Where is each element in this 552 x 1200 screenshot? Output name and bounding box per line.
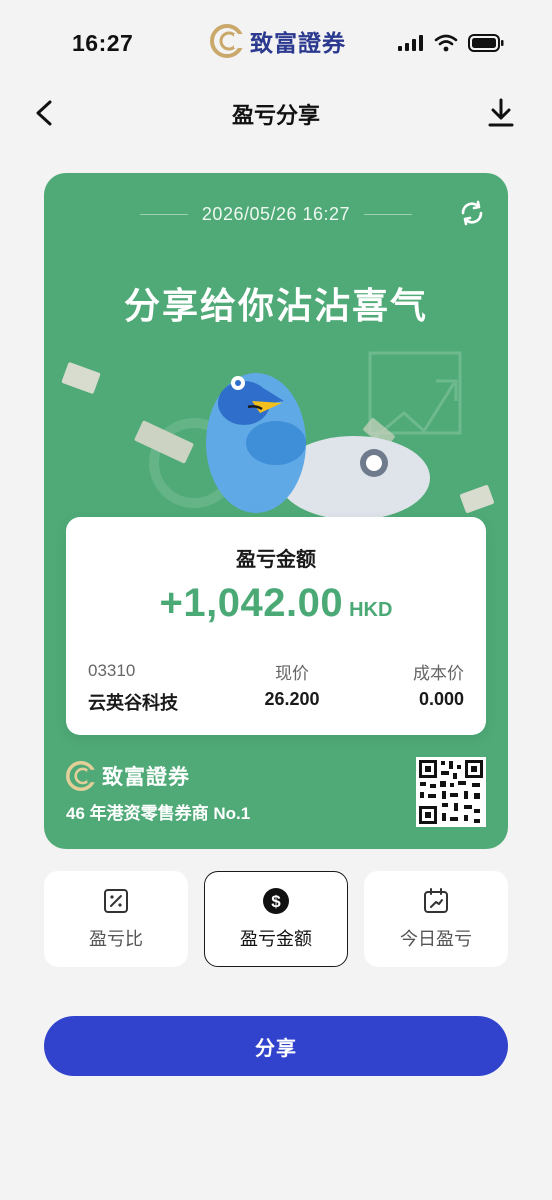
page-title: 盈亏分享 [231, 103, 320, 128]
card-date-row: 2026/05/26 16:27 [44, 201, 508, 227]
refresh-icon[interactable] [458, 199, 486, 227]
signal-icon [398, 35, 423, 51]
amount-value: +1,042.00 [159, 581, 344, 625]
amount-value-row: +1,042.00 HKD [66, 581, 486, 626]
mode-today-button[interactable]: 今日盈亏 [364, 871, 508, 967]
amount-label: 盈亏金额 [236, 549, 316, 571]
download-icon[interactable] [486, 96, 516, 130]
mode-ratio-label: 盈亏比 [89, 929, 143, 949]
mascot-illustration [61, 351, 494, 520]
calendar-trend-icon [424, 888, 448, 913]
share-card: 2026/05/26 16:27 分享给你沾沾喜气 盈亏金额 +1,042.00… [44, 173, 508, 849]
amount-currency: HKD [349, 599, 393, 621]
percent-icon [104, 889, 128, 913]
mode-today-label: 今日盈亏 [400, 929, 472, 949]
battery-icon [468, 34, 504, 52]
svg-text:$: $ [271, 892, 281, 911]
qr-code-icon [416, 757, 486, 827]
status-icons [398, 34, 504, 52]
dollar-icon: $ [263, 888, 289, 914]
card-slogan: 46 年港资零售券商 No.1 [66, 804, 251, 823]
card-datetime: 2026/05/26 16:27 [201, 203, 351, 224]
status-brand-text: 致富證券 [250, 30, 346, 56]
mode-ratio-button[interactable]: 盈亏比 [44, 871, 188, 967]
status-time: 16:27 [72, 30, 134, 56]
cost-value: 0.000 [418, 689, 464, 709]
stock-name: 云英谷科技 [88, 693, 178, 713]
status-bar: 16:27 致富證券 [0, 0, 552, 88]
divider [139, 213, 188, 215]
nav-bar: 盈亏分享 [0, 88, 552, 138]
brand-logo-icon [66, 761, 96, 791]
amount-panel: 盈亏金额 +1,042.00 HKD 03310 云英谷科技 现价 26.200 … [66, 517, 486, 735]
divider [364, 213, 413, 215]
share-button[interactable]: 分享 [44, 1016, 508, 1076]
mode-amount-label: 盈亏金额 [240, 929, 312, 949]
status-brand: 致富證券 [210, 24, 346, 58]
mode-amount-button[interactable]: $ 盈亏金额 [204, 871, 348, 967]
wifi-icon [434, 34, 458, 52]
price-label: 现价 [275, 664, 309, 683]
card-headline: 分享给你沾沾喜气 [123, 285, 428, 326]
brand-logo-icon [210, 24, 244, 58]
stock-code: 03310 [88, 661, 136, 680]
price-value: 26.200 [264, 689, 320, 709]
card-brand-text: 致富證券 [102, 766, 190, 789]
cost-label: 成本价 [413, 664, 464, 683]
card-brand: 致富證券 [66, 761, 190, 791]
